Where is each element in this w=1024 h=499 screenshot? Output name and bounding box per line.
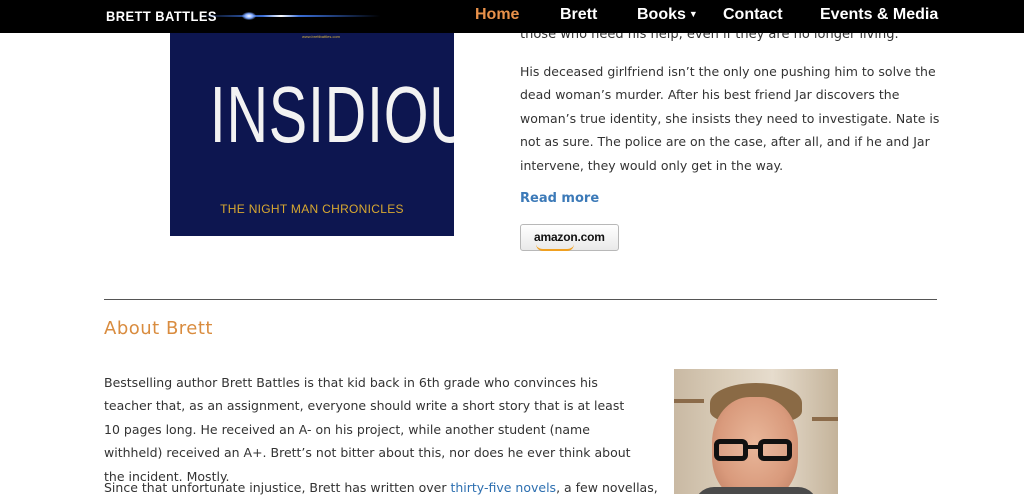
amazon-logo-text: amazon.com — [534, 230, 605, 244]
nav-item-books-label: Books — [637, 6, 686, 23]
nav-item-events-media[interactable]: Events & Media — [820, 6, 938, 24]
nav-item-contact[interactable]: Contact — [723, 6, 783, 24]
photo-glasses-right — [758, 439, 792, 461]
about-paragraph-2-start: Since that unfortunate injustice, Brett … — [104, 480, 451, 495]
logo-light-flare — [242, 12, 256, 20]
cover-subtitle: THE NIGHT MAN CHRONICLES — [220, 202, 404, 216]
nav-item-books[interactable]: Books ▼ — [637, 6, 698, 24]
book-description: His deceased girlfriend isn’t the only o… — [520, 64, 940, 173]
amazon-buy-button[interactable]: amazon.com — [520, 224, 619, 251]
amazon-smile-icon — [536, 244, 574, 251]
photo-glasses-bridge — [748, 445, 758, 449]
nav-item-brett[interactable]: Brett — [560, 6, 597, 24]
novels-link[interactable]: thirty-five novels — [450, 480, 556, 495]
photo-glasses-left — [714, 439, 748, 461]
photo-shirt — [694, 487, 818, 494]
read-more-link[interactable]: Read more — [520, 191, 599, 206]
book-cover-image[interactable]: www.brettbattles.com INSIDIOUS THE NIGHT… — [170, 33, 454, 236]
author-photo — [674, 369, 838, 494]
top-navigation-bar: BRETT BATTLES Home Brett Books ▼ Contact … — [0, 0, 1024, 33]
cover-website-text: www.brettbattles.com — [302, 34, 341, 39]
logo-light-streak — [200, 15, 380, 17]
section-divider — [104, 299, 937, 300]
chevron-down-icon: ▼ — [688, 9, 698, 19]
cover-title: INSIDIOUS — [209, 70, 454, 159]
photo-shelf — [812, 417, 838, 421]
about-paragraph-2: Since that unfortunate injustice, Brett … — [104, 476, 664, 499]
about-paragraph-1: Bestselling author Brett Battles is that… — [104, 375, 631, 484]
nav-item-home[interactable]: Home — [475, 6, 519, 24]
photo-shelf — [674, 399, 704, 403]
about-paragraph-2-end: , a few novellas, — [556, 480, 658, 495]
about-heading: About Brett — [104, 318, 213, 339]
